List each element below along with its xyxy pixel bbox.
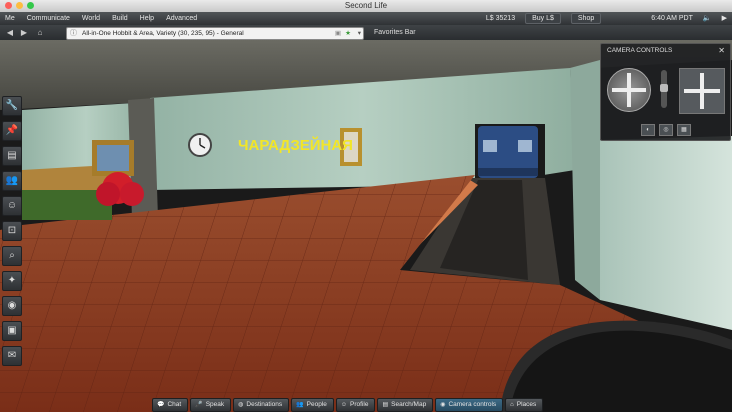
window-title: Second Life xyxy=(344,1,388,10)
camera-view-icon[interactable]: ▦ xyxy=(677,124,691,136)
profile-icon: ☺ xyxy=(340,402,348,408)
forward-arrow-icon[interactable]: ▶ xyxy=(18,27,30,38)
menu-me[interactable]: Me xyxy=(5,12,15,25)
location-dropdown-icon[interactable]: ▾ xyxy=(358,28,361,39)
eye-icon: ◉ xyxy=(440,402,446,408)
menu-advanced[interactable]: Advanced xyxy=(166,12,197,25)
clock: 6:40 AM PDT xyxy=(651,15,693,22)
bottom-toolbar: 💬 Chat 🎤 Speak ◍ Destinations 👥 People ☺ Prof… xyxy=(152,398,544,412)
camera-preset-icon[interactable]: ◐ xyxy=(641,124,655,136)
left-toolbar: 🔧 📌 ▤ 👥 ☺ ⊡ ⌕ ✦ ◉ ▣ ✉ xyxy=(2,96,22,366)
menu-bar: Me Communicate World Build Help Advanced… xyxy=(0,12,732,25)
avatar-icon[interactable]: ☺ xyxy=(2,196,22,216)
profile-button[interactable]: ☺ Profile xyxy=(335,398,376,412)
favorites-bar[interactable]: Favorites Bar xyxy=(374,25,416,40)
menu-communicate[interactable]: Communicate xyxy=(27,12,70,25)
microphone-icon: 🎤 xyxy=(195,402,203,408)
search-map-button[interactable]: ▤ Search/Map xyxy=(377,398,434,412)
people-icon[interactable]: 👥 xyxy=(2,171,22,191)
places-icon: ⌂ xyxy=(510,402,514,408)
pin-icon[interactable]: 📌 xyxy=(2,121,22,141)
zoom-slider-knob[interactable] xyxy=(660,84,668,92)
chat-icon[interactable]: ✉ xyxy=(2,346,22,366)
media-icon[interactable]: ▶ xyxy=(722,12,727,25)
close-icon[interactable]: ✕ xyxy=(718,46,725,55)
info-icon[interactable]: ⓘ xyxy=(70,28,77,39)
zoom-slider[interactable] xyxy=(660,70,668,108)
wrench-icon[interactable]: 🔧 xyxy=(2,96,22,116)
chat-bubble-icon: 💬 xyxy=(157,402,165,408)
camera-icon[interactable]: ⊡ xyxy=(2,221,22,241)
shop-button[interactable]: Shop xyxy=(570,13,602,24)
globe-icon: ◍ xyxy=(238,402,244,408)
chat-button[interactable]: 💬 Chat xyxy=(152,398,189,412)
balance-label: L$ 35213 xyxy=(485,15,516,22)
location-text: All-in-One Hobbit & Area, Variety (30, 2… xyxy=(82,30,244,37)
snapshot-icon[interactable]: ▣ xyxy=(2,321,22,341)
menu-world[interactable]: World xyxy=(82,12,100,25)
people-button[interactable]: 👥 People xyxy=(291,398,334,412)
orbit-control[interactable] xyxy=(607,68,651,112)
location-input[interactable]: ⓘ All-in-One Hobbit & Area, Variety (30,… xyxy=(66,27,364,40)
camera-controls-title: CAMERA CONTROLS xyxy=(607,47,673,54)
eye-icon[interactable]: ◉ xyxy=(2,296,22,316)
map-icon: ▤ xyxy=(382,402,389,408)
destinations-button[interactable]: ◍ Destinations xyxy=(233,398,290,412)
camera-controls-panel: CAMERA CONTROLS ✕ ◐ ◎ ▦ xyxy=(600,43,731,141)
speaker-icon[interactable]: 🔈 xyxy=(703,12,712,25)
parcel-icon: ▣ xyxy=(334,30,341,37)
buy-currency-button[interactable]: Buy L$ xyxy=(525,13,561,24)
places-button[interactable]: ⌂ Places xyxy=(505,398,544,412)
pan-control[interactable] xyxy=(679,68,725,114)
home-icon[interactable]: ⌂ xyxy=(34,27,46,38)
navigation-bar: ◀ ▶ ⌂ ⓘ All-in-One Hobbit & Area, Variet… xyxy=(0,25,732,41)
menu-help[interactable]: Help xyxy=(140,12,154,25)
map-icon[interactable]: ▤ xyxy=(2,146,22,166)
speak-button[interactable]: 🎤 Speak xyxy=(190,398,232,412)
back-arrow-icon[interactable]: ◀ xyxy=(4,27,16,38)
people-icon: 👥 xyxy=(296,402,304,408)
search-icon[interactable]: ⌕ xyxy=(2,246,22,266)
station-sign: ЧАРАДЗЕЙНАЯ xyxy=(238,136,353,154)
camera-controls-button[interactable]: ◉ Camera controls xyxy=(435,398,504,412)
bulb-icon[interactable]: ✦ xyxy=(2,271,22,291)
camera-mode-icon[interactable]: ◎ xyxy=(659,124,673,136)
favorite-star-icon[interactable]: ★ xyxy=(345,28,351,39)
menu-build[interactable]: Build xyxy=(112,12,128,25)
